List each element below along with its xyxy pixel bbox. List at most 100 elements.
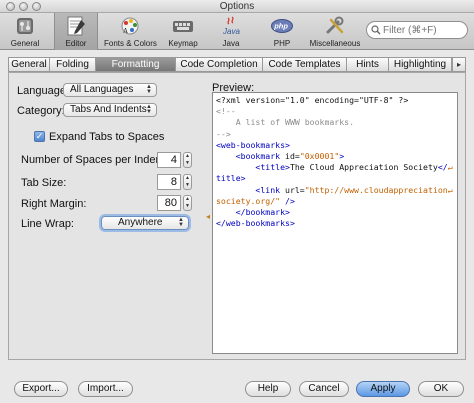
toolbar-item-fonts-colors[interactable]: A Fonts & Colors xyxy=(104,13,157,50)
right-margin-field[interactable]: 80 xyxy=(157,195,181,211)
title-bar: Options xyxy=(0,0,474,13)
margin-marker-icon: ◂ xyxy=(206,212,211,221)
tab-size-stepper[interactable]: ▲ ▼ xyxy=(183,174,192,190)
toolbar-label: Fonts & Colors xyxy=(104,39,157,48)
toolbar-label: Miscellaneous xyxy=(309,39,361,48)
tab-highlighting[interactable]: Highlighting xyxy=(388,57,452,72)
category-popup[interactable]: Tabs And Indents ▲ ▼ xyxy=(63,103,157,117)
language-label: Language: xyxy=(17,85,69,97)
toolbar-label: Java xyxy=(222,39,240,48)
toolbar-item-java[interactable]: Java Java xyxy=(212,13,250,50)
code-token: <bookmark xyxy=(216,151,286,161)
tab-formatting[interactable]: Formatting xyxy=(95,57,175,72)
filter-input[interactable] xyxy=(383,24,465,36)
wrap-arrow-icon: ↵ xyxy=(447,162,453,173)
code-line: </web-bookmarks> xyxy=(216,218,295,229)
fonts-colors-icon: A xyxy=(121,17,139,35)
code-line: <link url="http://www.cloudappreciation↵ xyxy=(216,184,453,196)
toolbar-item-php[interactable]: php PHP xyxy=(262,13,302,50)
code-line: <bookmark id="0x0001"> xyxy=(216,151,344,162)
tools-icon xyxy=(326,16,344,34)
toolbar-label: PHP xyxy=(273,39,291,48)
code-token: <web-bookmarks> xyxy=(216,139,290,150)
code-token: url= xyxy=(285,184,305,195)
toolbar-label: Editor xyxy=(65,39,87,48)
code-line: --> xyxy=(216,129,231,140)
tab-general[interactable]: General xyxy=(8,57,49,72)
apply-button[interactable]: Apply xyxy=(356,381,410,397)
line-wrap-popup[interactable]: Anywhere ▲ ▼ xyxy=(101,216,189,230)
spaces-per-indent-field[interactable]: 4 xyxy=(157,152,181,168)
toolbar-label: Keymap xyxy=(168,39,198,48)
code-token: society.org/" xyxy=(216,195,281,206)
tab-folding[interactable]: Folding xyxy=(49,57,95,72)
toolbar-item-keymap[interactable]: Keymap xyxy=(164,13,202,50)
preview-code-area: <?xml version="1.0" encoding="UTF-8" ?> <… xyxy=(212,92,458,354)
search-icon xyxy=(371,25,381,35)
code-token: </bookmark> xyxy=(216,207,290,217)
php-icon: php xyxy=(271,19,293,33)
category-value: Tabs And Indents xyxy=(70,104,147,115)
popup-arrows-icon: ▲ ▼ xyxy=(178,217,184,228)
code-line: A list of WWW bookmarks. xyxy=(216,117,354,128)
php-logo-text: php xyxy=(273,22,288,31)
code-token: A list of WWW bookmarks. xyxy=(216,117,355,128)
tab-overflow-arrow[interactable]: ▸ xyxy=(452,57,466,72)
code-token: </web-bookmarks> xyxy=(216,218,295,229)
cancel-button[interactable]: Cancel xyxy=(299,381,349,397)
line-wrap-value: Anywhere xyxy=(118,217,163,228)
code-token: <title> xyxy=(216,162,290,173)
code-token: --> xyxy=(216,128,231,139)
code-line: <web-bookmarks> xyxy=(216,140,290,151)
code-line: title> xyxy=(216,173,246,184)
java-logo-text: Java xyxy=(222,27,240,36)
editor-tab-bar: General Folding Formatting Code Completi… xyxy=(8,57,466,72)
code-token: <!-- xyxy=(216,106,236,117)
code-token: <link xyxy=(216,184,286,195)
help-button[interactable]: Help xyxy=(245,381,291,397)
java-icon: Java xyxy=(222,16,240,36)
code-token: "0x0001" xyxy=(299,151,340,161)
right-margin-stepper[interactable]: ▲ ▼ xyxy=(183,195,192,211)
code-token: "http://www.cloudappreciation xyxy=(304,184,448,195)
toolbar-label: General xyxy=(10,39,40,48)
code-line: </bookmark> xyxy=(216,207,290,218)
category-label: Category: xyxy=(17,105,65,117)
popup-arrows-icon: ▲ ▼ xyxy=(146,84,152,95)
wrap-arrow-icon: ↵ xyxy=(447,184,453,195)
checkmark-icon: ✓ xyxy=(35,131,44,141)
line-wrap-label: Line Wrap: xyxy=(21,218,74,230)
import-button[interactable]: Import... xyxy=(78,381,133,397)
tab-size-label: Tab Size: xyxy=(21,177,67,189)
code-line: society.org/" /> xyxy=(216,196,295,207)
ok-button[interactable]: OK xyxy=(418,381,464,397)
tab-size-field[interactable]: 8 xyxy=(157,174,181,190)
popup-arrows-icon: ▲ ▼ xyxy=(146,104,152,115)
code-token: id= xyxy=(285,151,300,161)
code-token: The Cloud Appreciation Society xyxy=(289,162,438,173)
preferences-toolbar: General Editor A Fonts & Colors Keymap J… xyxy=(0,13,474,50)
tab-hints[interactable]: Hints xyxy=(346,57,388,72)
editor-icon xyxy=(67,16,85,36)
spaces-per-indent-label: Number of Spaces per Indent: xyxy=(21,154,168,166)
language-popup[interactable]: All Languages ▲ ▼ xyxy=(63,83,157,97)
tab-code-completion[interactable]: Code Completion xyxy=(175,57,262,72)
spaces-per-indent-stepper[interactable]: ▲ ▼ xyxy=(183,152,192,168)
toolbar-item-editor[interactable]: Editor xyxy=(54,13,98,50)
code-token: /> xyxy=(280,195,295,206)
code-token: <?xml version="1.0" encoding="UTF-8" ?> xyxy=(216,95,409,105)
code-line: <title>The Cloud Appreciation Society</↵ xyxy=(216,162,453,173)
expand-tabs-label: Expand Tabs to Spaces xyxy=(49,131,165,143)
code-token: > xyxy=(339,151,345,161)
code-line: <?xml version="1.0" encoding="UTF-8" ?> xyxy=(216,95,408,106)
export-button[interactable]: Export... xyxy=(14,381,68,397)
tab-code-templates[interactable]: Code Templates xyxy=(262,57,346,72)
code-line: <!-- xyxy=(216,106,236,117)
expand-tabs-checkbox[interactable]: ✓ xyxy=(34,131,45,142)
toolbar-item-general[interactable]: General xyxy=(2,13,48,50)
filter-search-field[interactable] xyxy=(366,21,468,39)
code-token: </ xyxy=(437,162,448,173)
toolbar-item-miscellaneous[interactable]: Miscellaneous xyxy=(306,13,364,50)
window-title: Options xyxy=(219,1,255,12)
keyboard-icon xyxy=(173,21,193,32)
